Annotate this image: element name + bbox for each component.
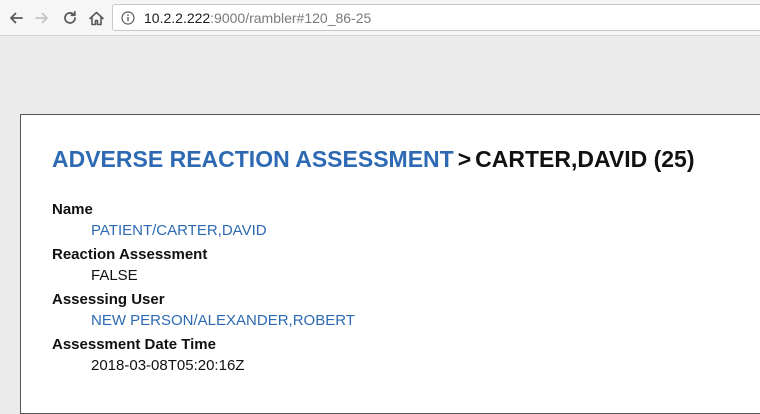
browser-toolbar: 10.2.2.222:9000/rambler#120_86-25 [0, 0, 760, 36]
title-record: CARTER,DAVID (25) [475, 146, 695, 172]
home-icon [88, 11, 104, 25]
home-button[interactable] [86, 7, 106, 29]
field-assessment-date-time: Assessment Date Time 2018-03-08T05:20:16… [52, 336, 355, 375]
reload-button[interactable] [60, 7, 80, 29]
field-value-link[interactable]: NEW PERSON/ALEXANDER,ROBERT [91, 312, 355, 330]
field-value-link[interactable]: PATIENT/CARTER,DAVID [91, 222, 355, 240]
arrow-right-icon [35, 12, 48, 24]
field-name: Name PATIENT/CARTER,DAVID [52, 201, 355, 240]
url-host: 10.2.2.222 [144, 9, 211, 26]
field-value: FALSE [91, 267, 138, 284]
field-label: Assessing User [52, 291, 165, 308]
url-text: 10.2.2.222:9000/rambler#120_86-25 [144, 10, 371, 26]
forward-button[interactable] [32, 7, 52, 29]
field-reaction-assessment: Reaction Assessment FALSE [52, 246, 355, 285]
field-label: Name [52, 201, 93, 218]
url-path: :9000/rambler#120_86-25 [210, 9, 372, 26]
page-title: ADVERSE REACTION ASSESSMENT > CARTER,DAVID… [52, 146, 695, 173]
address-bar[interactable]: 10.2.2.222:9000/rambler#120_86-25 [112, 4, 760, 31]
content-panel: ADVERSE REACTION ASSESSMENT > CARTER,DAVID… [20, 114, 760, 414]
field-assessing-user: Assessing User NEW PERSON/ALEXANDER,ROBE… [52, 291, 355, 330]
reload-icon [64, 10, 76, 24]
field-list: Name PATIENT/CARTER,DAVID Reaction Asses… [52, 201, 355, 381]
title-breadcrumb-link[interactable]: ADVERSE REACTION ASSESSMENT [52, 146, 454, 172]
title-separator: > [457, 146, 472, 172]
arrow-left-icon [10, 12, 23, 24]
back-button[interactable] [6, 7, 26, 29]
field-value: 2018-03-08T05:20:16Z [91, 357, 245, 374]
info-icon[interactable] [121, 10, 135, 25]
field-label: Assessment Date Time [52, 336, 216, 353]
field-label: Reaction Assessment [52, 246, 208, 263]
